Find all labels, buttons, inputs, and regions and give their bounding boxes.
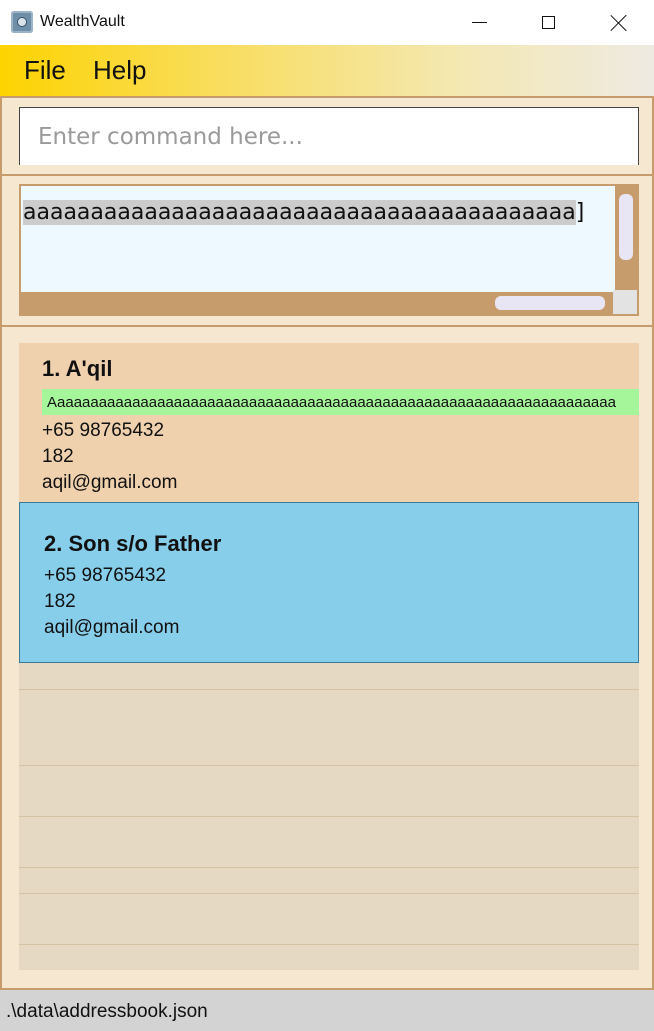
result-trailing-text: ] — [575, 200, 585, 225]
person-tag: Aaaaaaaaaaaaaaaaaaaaaaaaaaaaaaaaaaaaaaaa… — [42, 389, 639, 415]
person-address: 182 — [42, 446, 74, 467]
person-list: 1. A'qil Aaaaaaaaaaaaaaaaaaaaaaaaaaaaaaa… — [19, 343, 639, 970]
empty-list-row — [19, 816, 639, 817]
menu-help[interactable]: Help — [93, 55, 146, 86]
result-selected-text: aaaaaaaaaaaaaaaaaaaaaaaaaaaaaaaaaaaaaaaa… — [23, 200, 576, 225]
minimize-icon — [471, 22, 487, 23]
empty-list-row — [19, 689, 639, 690]
person-address: 182 — [44, 591, 76, 612]
result-panel: aaaaaaaaaaaaaaaaaaaaaaaaaaaaaaaaaaaaaaaa… — [0, 176, 654, 327]
window-title: WealthVault — [40, 13, 125, 30]
person-name: 2. Son s/o Father — [44, 531, 222, 556]
close-icon — [611, 15, 627, 31]
status-bar: .\data\addressbook.json — [0, 988, 654, 1031]
title-bar: WealthVault — [0, 0, 654, 45]
command-panel — [0, 98, 654, 176]
horizontal-scrollbar[interactable] — [21, 290, 613, 314]
empty-list-row — [19, 893, 639, 894]
person-card-selected[interactable]: 2. Son s/o Father +65 98765432 182 aqil@… — [19, 502, 639, 663]
save-file-path: .\data\addressbook.json — [6, 1001, 208, 1022]
scrollbar-corner — [613, 290, 637, 314]
menu-bar: File Help — [0, 45, 654, 98]
maximize-icon — [541, 16, 555, 29]
vertical-scrollbar[interactable] — [613, 186, 637, 290]
vertical-scroll-thumb[interactable] — [619, 194, 633, 260]
empty-list-row — [19, 765, 639, 766]
person-list-panel: 1. A'qil Aaaaaaaaaaaaaaaaaaaaaaaaaaaaaaa… — [0, 327, 654, 988]
minimize-button[interactable] — [444, 0, 514, 45]
horizontal-scroll-thumb[interactable] — [495, 296, 605, 310]
app-vault-icon — [11, 11, 33, 33]
person-card[interactable]: 1. A'qil Aaaaaaaaaaaaaaaaaaaaaaaaaaaaaaa… — [19, 343, 639, 502]
result-display[interactable]: aaaaaaaaaaaaaaaaaaaaaaaaaaaaaaaaaaaaaaaa… — [19, 184, 639, 316]
person-name: 1. A'qil — [42, 356, 113, 381]
person-phone: +65 98765432 — [44, 565, 167, 586]
menu-file[interactable]: File — [24, 55, 66, 86]
maximize-button[interactable] — [513, 0, 583, 45]
person-phone: +65 98765432 — [42, 420, 165, 441]
person-email: aqil@gmail.com — [44, 617, 180, 638]
result-text: aaaaaaaaaaaaaaaaaaaaaaaaaaaaaaaaaaaaaaaa… — [23, 200, 584, 225]
empty-list-row — [19, 867, 639, 868]
close-button[interactable] — [584, 0, 654, 45]
person-email: aqil@gmail.com — [42, 472, 178, 493]
command-input[interactable] — [19, 107, 639, 165]
empty-list-row — [19, 944, 639, 945]
